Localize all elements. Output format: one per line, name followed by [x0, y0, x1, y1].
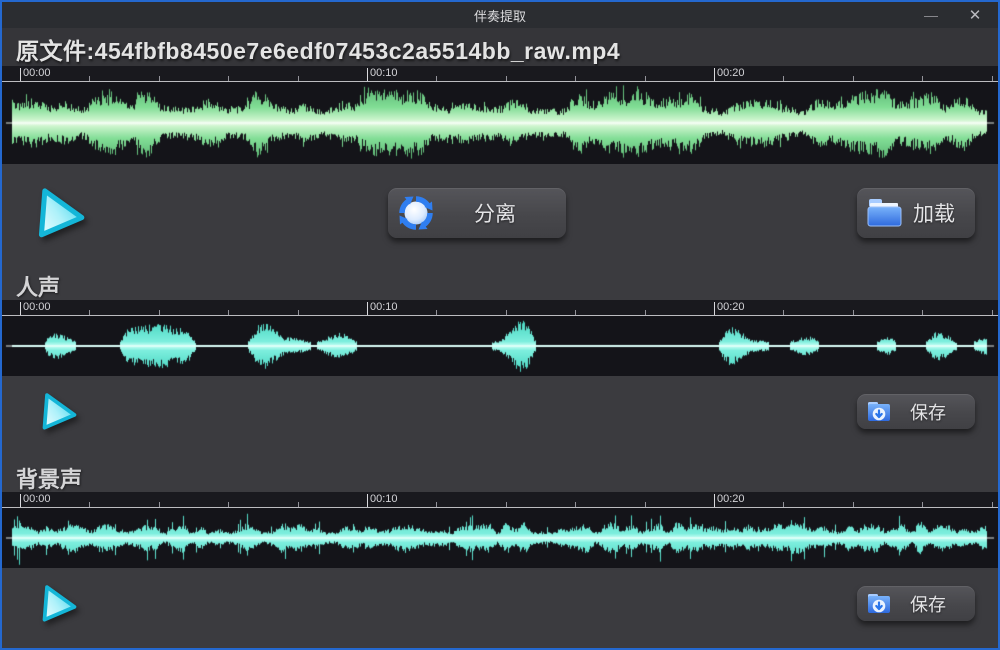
load-button[interactable]: 加载 — [857, 188, 975, 238]
separate-button-label: 分离 — [434, 198, 556, 228]
play-button-original[interactable] — [30, 184, 92, 246]
waveform-vocals — [2, 316, 998, 376]
save-background-label: 保存 — [891, 591, 965, 617]
folder-icon — [867, 198, 903, 228]
save-vocals-button[interactable]: 保存 — [857, 394, 975, 429]
save-vocals-label: 保存 — [891, 399, 965, 425]
separate-button[interactable]: 分离 — [388, 188, 566, 238]
vocals-section-label: 人声 — [2, 264, 998, 300]
waveform-background — [2, 508, 998, 568]
play-button-vocals[interactable] — [36, 390, 82, 436]
timeline-ruler-background: 00:0000:1000:20 — [2, 492, 998, 508]
load-button-label: 加载 — [903, 198, 965, 228]
controls-original: 分离 加载 — [2, 164, 998, 264]
background-section-label: 背景声 — [2, 456, 998, 492]
save-download-icon — [867, 401, 891, 423]
timeline-ruler-original: 00:0000:1000:20 — [2, 66, 998, 82]
source-file-label: 原文件:454fbfb8450e7e6edf07453c2a5514bb_raw… — [2, 28, 998, 66]
timeline-ruler-vocals: 00:0000:1000:20 — [2, 300, 998, 316]
waveform-original — [2, 82, 998, 164]
sync-icon — [398, 195, 434, 231]
close-button[interactable]: ✕ — [964, 2, 986, 28]
play-button-background[interactable] — [36, 582, 82, 628]
window-title: 伴奏提取 — [474, 6, 526, 25]
controls-vocals: 保存 — [2, 376, 998, 456]
titlebar: 伴奏提取 — ✕ — [2, 2, 998, 28]
minimize-button[interactable]: — — [920, 2, 942, 28]
controls-background: 保存 — [2, 568, 998, 648]
save-background-button[interactable]: 保存 — [857, 586, 975, 621]
save-download-icon — [867, 593, 891, 615]
app-window: 伴奏提取 — ✕ 原文件:454fbfb8450e7e6edf07453c2a5… — [0, 0, 1000, 650]
